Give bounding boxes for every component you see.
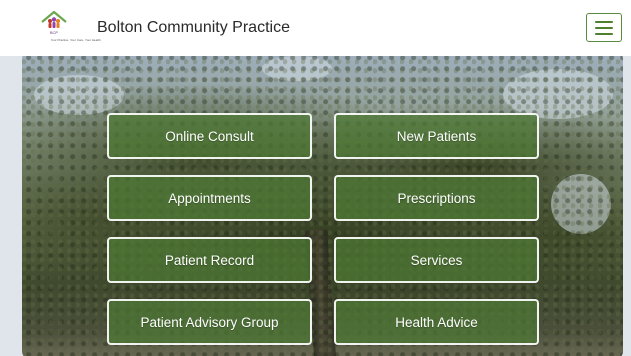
hamburger-menu-icon-line	[595, 27, 613, 29]
hamburger-menu-icon	[595, 21, 613, 23]
new-patients-button[interactable]: New Patients	[334, 113, 539, 159]
services-button[interactable]: Services	[334, 237, 539, 283]
patient-record-button[interactable]: Patient Record	[107, 237, 312, 283]
practice-logo[interactable]: BCP Your Practice. Your Care. Your Healt…	[22, 8, 101, 46]
prescriptions-button[interactable]: Prescriptions	[334, 175, 539, 221]
patient-advisory-group-button[interactable]: Patient Advisory Group	[107, 299, 312, 345]
menu-toggle-button[interactable]	[586, 13, 622, 42]
page-title[interactable]: Bolton Community Practice	[97, 17, 290, 39]
logo-text: BCP	[50, 30, 59, 35]
hamburger-menu-icon-line	[595, 33, 613, 35]
house-with-people-logo-icon: BCP	[41, 10, 67, 35]
site-header: BCP Your Practice. Your Care. Your Healt…	[0, 0, 631, 56]
hero-section: Online Consult New Patients Appointments…	[0, 56, 631, 356]
health-advice-button[interactable]: Health Advice	[334, 299, 539, 345]
online-consult-button[interactable]: Online Consult	[107, 113, 312, 159]
appointments-button[interactable]: Appointments	[107, 175, 312, 221]
